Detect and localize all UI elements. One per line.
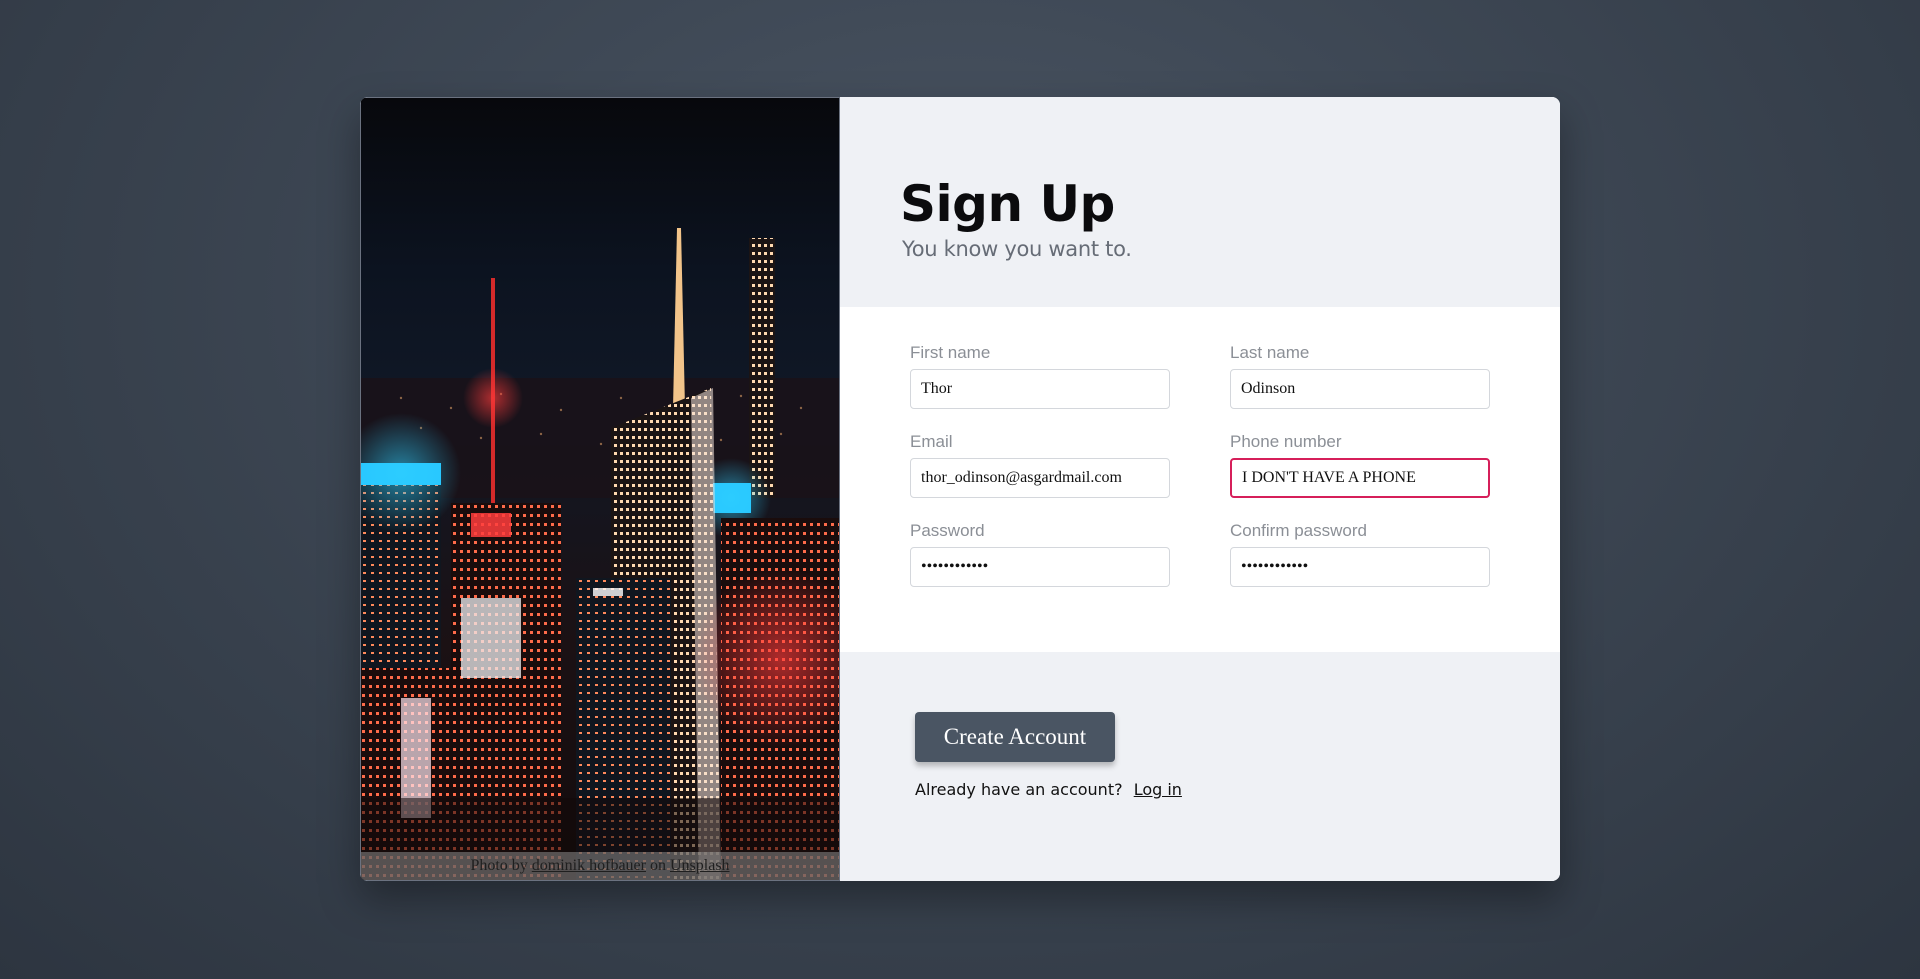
phone-field: Phone number [1230, 432, 1490, 498]
first-name-field: First name [910, 343, 1170, 409]
signup-fields: First name Last name Email Phone number … [840, 307, 1560, 652]
page-title: Sign Up [900, 175, 1115, 233]
page-subtitle: You know you want to. [902, 237, 1132, 261]
phone-input[interactable] [1230, 458, 1490, 498]
email-label: Email [910, 432, 953, 451]
signup-form-panel: Sign Up You know you want to. First name… [840, 97, 1560, 881]
form-footer: Create Account Already have an account? … [840, 652, 1560, 881]
create-account-button[interactable]: Create Account [915, 712, 1115, 762]
unsplash-link[interactable]: Unsplash [670, 857, 730, 874]
form-header: Sign Up You know you want to. [840, 97, 1560, 307]
login-link[interactable]: Log in [1134, 780, 1182, 799]
last-name-label: Last name [1230, 343, 1310, 362]
password-field: Password [910, 521, 1170, 587]
photo-credit-prefix: Photo by [470, 857, 528, 874]
signup-card: Photo by dominik hofbauer on Unsplash Si… [360, 97, 1560, 881]
password-input[interactable] [910, 547, 1170, 587]
phone-label: Phone number [1230, 432, 1342, 451]
first-name-label: First name [910, 343, 991, 362]
email-field: Email [910, 432, 1170, 498]
login-prompt-row: Already have an account? Log in [915, 780, 1560, 799]
confirm-password-input[interactable] [1230, 547, 1490, 587]
city-skyline-image [361, 228, 839, 880]
password-label: Password [910, 521, 985, 540]
first-name-input[interactable] [910, 369, 1170, 409]
photo-credit: Photo by dominik hofbauer on Unsplash [361, 852, 839, 880]
photo-credit-middle: on [649, 857, 666, 874]
email-input[interactable] [910, 458, 1170, 498]
last-name-field: Last name [1230, 343, 1490, 409]
photo-author-link[interactable]: dominik hofbauer [532, 857, 646, 874]
confirm-password-label: Confirm password [1230, 521, 1367, 540]
confirm-password-field: Confirm password [1230, 521, 1490, 587]
last-name-input[interactable] [1230, 369, 1490, 409]
city-photo: Photo by dominik hofbauer on Unsplash [360, 97, 840, 881]
login-prompt-text: Already have an account? [915, 780, 1123, 799]
